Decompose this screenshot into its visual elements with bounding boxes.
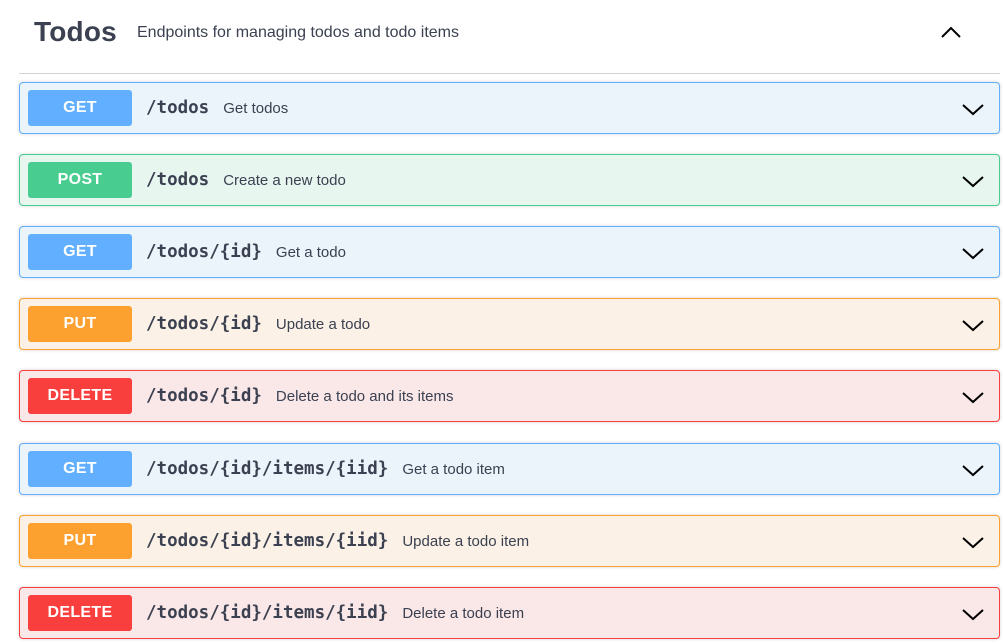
method-badge: PUT: [28, 306, 132, 342]
method-badge: GET: [28, 90, 132, 126]
operation-path: /todos/{id} Update a todo: [146, 314, 371, 334]
chevron-down-icon[interactable]: [961, 97, 985, 121]
operation-summary: Update a todo: [275, 316, 371, 333]
operation-path: /todos/{id}/items/{iid} Get a todo item: [146, 459, 505, 479]
chevron-up-icon[interactable]: [939, 20, 963, 44]
chevron-down-icon[interactable]: [961, 169, 985, 193]
swagger-page: Todos Endpoints for managing todos and t…: [0, 0, 1003, 643]
chevron-down-icon[interactable]: [961, 241, 985, 265]
method-badge: GET: [28, 451, 132, 487]
operation-get-todos[interactable]: GET /todos Get todos: [19, 82, 1000, 134]
operation-path: /todos/{id}/items/{iid} Delete a todo ite…: [146, 603, 525, 623]
operation-put-todo[interactable]: PUT /todos/{id} Update a todo: [19, 298, 1000, 350]
chevron-down-icon[interactable]: [961, 602, 985, 626]
operation-summary: Update a todo item: [402, 533, 530, 550]
operation-summary: Create a new todo: [223, 172, 346, 189]
method-badge: POST: [28, 162, 132, 198]
operation-path: /todos/{id}/items/{iid} Update a todo ite…: [146, 531, 530, 551]
chevron-down-icon[interactable]: [961, 530, 985, 554]
operation-summary: Delete a todo item: [402, 605, 525, 622]
operation-put-todo-item[interactable]: PUT /todos/{id}/items/{iid} Update a todo…: [19, 515, 1000, 567]
operation-path: /todos/{id} Delete a todo and its items: [146, 386, 454, 406]
method-badge: DELETE: [28, 595, 132, 631]
operation-summary: Get a todo: [275, 244, 346, 261]
operation-summary: Delete a todo and its items: [275, 388, 454, 405]
tag-section-header-todos[interactable]: Todos Endpoints for managing todos and t…: [19, 0, 1000, 74]
operation-path: /todos Create a new todo: [146, 170, 346, 190]
tag-title[interactable]: Todos: [34, 14, 117, 50]
tag-description: Endpoints for managing todos and todo it…: [137, 24, 459, 41]
chevron-down-icon[interactable]: [961, 313, 985, 337]
operation-path: /todos Get todos: [146, 98, 289, 118]
method-badge: DELETE: [28, 378, 132, 414]
operation-summary: Get a todo item: [402, 461, 505, 478]
operation-delete-todo[interactable]: DELETE /todos/{id} Delete a todo and its …: [19, 370, 1000, 422]
operation-get-todo-item[interactable]: GET /todos/{id}/items/{iid} Get a todo it…: [19, 443, 1000, 495]
operation-path: /todos/{id} Get a todo: [146, 242, 346, 262]
operation-summary: Get todos: [223, 100, 289, 117]
method-badge: GET: [28, 234, 132, 270]
method-badge: PUT: [28, 523, 132, 559]
operation-get-todo[interactable]: GET /todos/{id} Get a todo: [19, 226, 1000, 278]
chevron-down-icon[interactable]: [961, 385, 985, 409]
chevron-down-icon[interactable]: [961, 458, 985, 482]
operation-delete-todo-item[interactable]: DELETE /todos/{id}/items/{iid} Delete a t…: [19, 587, 1000, 639]
operation-post-todos[interactable]: POST /todos Create a new todo: [19, 154, 1000, 206]
